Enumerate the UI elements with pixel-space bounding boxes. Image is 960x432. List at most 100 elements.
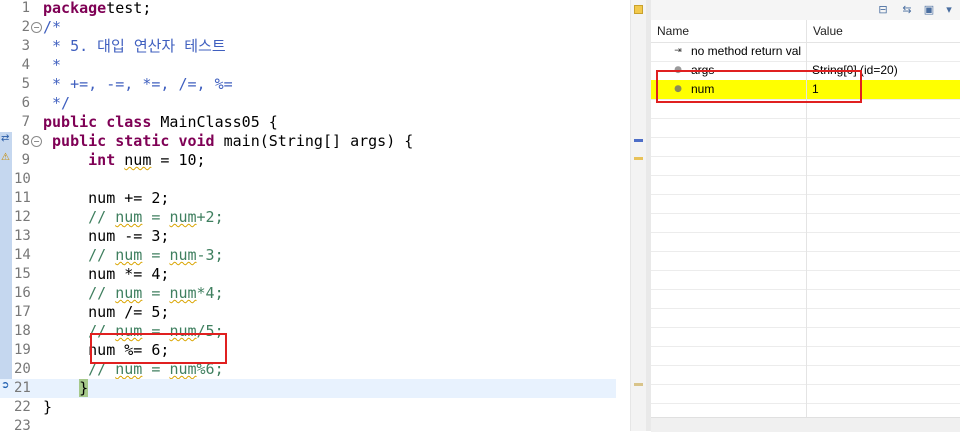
- code-line[interactable]: 1 packagetest;: [0, 0, 616, 18]
- overview-mark: [634, 157, 643, 160]
- code-token: int: [88, 151, 125, 169]
- code-token: num: [115, 208, 143, 226]
- code-text: num += 2;: [43, 189, 169, 208]
- code-line[interactable]: 21 }: [0, 379, 616, 398]
- code-line[interactable]: 13 num -= 3;: [0, 227, 616, 246]
- code-editor[interactable]: 1 packagetest; 2−/* 3 * 5. 대입 연산자 테스트 4 * 5 *…: [0, 0, 616, 431]
- code-line[interactable]: 11 num += 2;: [0, 189, 616, 208]
- code-line[interactable]: 5 * +=, -=, *=, /=, %=: [0, 75, 616, 94]
- code-line[interactable]: 6 */: [0, 94, 616, 113]
- code-text: num *= 4;: [43, 265, 169, 284]
- code-token: num: [169, 208, 197, 226]
- line-number: 9: [21, 152, 30, 168]
- code-token: MainClass05 {: [151, 113, 278, 131]
- code-token: num: [124, 151, 152, 169]
- line-number: 15: [14, 266, 31, 282]
- horizontal-scrollbar[interactable]: [651, 417, 960, 432]
- code-token: public class: [43, 113, 152, 131]
- code-text: // num = num+2;: [43, 208, 224, 227]
- line-number: 22: [14, 399, 31, 415]
- column-header-name[interactable]: Name: [657, 24, 689, 38]
- code-token: * 5. 대입 연산자 테스트: [43, 37, 226, 55]
- code-line[interactable]: 9 int num = 10;: [0, 151, 616, 170]
- code-token: ) {: [386, 132, 414, 150]
- code-token: //: [88, 208, 116, 226]
- code-line[interactable]: 22}: [0, 398, 616, 417]
- show-logical-structure-icon[interactable]: ⇆: [899, 2, 915, 18]
- code-line[interactable]: 3 * 5. 대입 연산자 테스트: [0, 37, 616, 56]
- code-token: num -= 3;: [43, 227, 170, 245]
- code-token: *4;: [196, 284, 224, 302]
- code-line[interactable]: 8− public static void main(String[] args…: [0, 132, 616, 151]
- code-text: * 5. 대입 연산자 테스트: [43, 37, 226, 56]
- code-token: //: [88, 284, 116, 302]
- code-line[interactable]: 16 // num = num*4;: [0, 284, 616, 303]
- code-line[interactable]: 23: [0, 417, 616, 431]
- line-number: 8: [21, 133, 30, 149]
- variables-view[interactable]: ⊟ ⇆ ▣ ▾ Name Value ⇥ no method return val…: [651, 0, 960, 432]
- code-line[interactable]: 10: [0, 170, 616, 189]
- code-token: /*: [43, 18, 62, 36]
- annotation-box-line-19: [90, 333, 227, 364]
- code-line[interactable]: 2−/*: [0, 18, 616, 37]
- code-token: = 10;: [151, 151, 206, 169]
- code-text: public static void main(String[] args) {: [43, 132, 413, 151]
- code-token: num *= 4;: [43, 265, 170, 283]
- code-text: *: [43, 56, 61, 75]
- fold-toggle-icon[interactable]: −: [31, 136, 42, 147]
- line-number: 18: [14, 323, 31, 339]
- column-header-value[interactable]: Value: [813, 24, 843, 38]
- code-token: num += 2;: [43, 189, 170, 207]
- code-token: =: [142, 284, 170, 302]
- line-number: 2: [21, 19, 30, 35]
- fold-toggle-icon[interactable]: −: [31, 22, 42, 33]
- override-marker-icon: ⇄: [1, 133, 10, 144]
- code-line[interactable]: 15 num *= 4;: [0, 265, 616, 284]
- line-number: 4: [21, 57, 30, 73]
- code-text: }: [43, 379, 89, 398]
- code-text: /*: [43, 18, 61, 37]
- code-token: //: [88, 246, 116, 264]
- code-line[interactable]: 7 public class MainClass05 {: [0, 113, 616, 132]
- code-token: num: [169, 284, 197, 302]
- code-token: * +=, -=, *=, /=, %=: [43, 75, 233, 93]
- line-number: 7: [21, 114, 30, 130]
- line-number: 16: [14, 285, 31, 301]
- collapse-all-icon[interactable]: ▣: [921, 2, 937, 18]
- code-line[interactable]: 4 *: [0, 56, 616, 75]
- line-number: 10: [14, 171, 31, 187]
- code-token: public static void: [52, 132, 215, 150]
- overview-warning-summary-icon: [634, 5, 643, 14]
- code-token: main(String[]: [214, 132, 351, 150]
- line-number: 6: [21, 95, 30, 111]
- code-line[interactable]: 17 num /= 5;: [0, 303, 616, 322]
- line-number: 21: [14, 380, 31, 396]
- view-menu-icon[interactable]: ▾: [941, 2, 957, 18]
- code-text: int num = 10;: [43, 151, 206, 170]
- code-token: +2;: [196, 208, 224, 226]
- annotation-box-num-row: [656, 70, 862, 103]
- code-text: * +=, -=, *=, /=, %=: [43, 75, 233, 94]
- line-number: 5: [21, 76, 30, 92]
- instruction-pointer-icon: ➲: [1, 380, 10, 391]
- code-token: args: [350, 132, 387, 150]
- code-line[interactable]: 12 // num = num+2;: [0, 208, 616, 227]
- code-line[interactable]: 14 // num = num-3;: [0, 246, 616, 265]
- warning-marker-icon: ⚠: [1, 152, 10, 163]
- code-token: num: [115, 246, 143, 264]
- code-token: num: [115, 284, 143, 302]
- line-number: 13: [14, 228, 31, 244]
- show-type-names-icon[interactable]: ⊟: [875, 2, 891, 18]
- code-text: // num = num-3;: [43, 246, 223, 265]
- line-number: 14: [14, 247, 31, 263]
- overview-ruler[interactable]: [630, 0, 647, 431]
- code-text: packagetest;: [43, 0, 151, 18]
- line-number: 20: [14, 361, 31, 377]
- overview-mark: [634, 139, 643, 142]
